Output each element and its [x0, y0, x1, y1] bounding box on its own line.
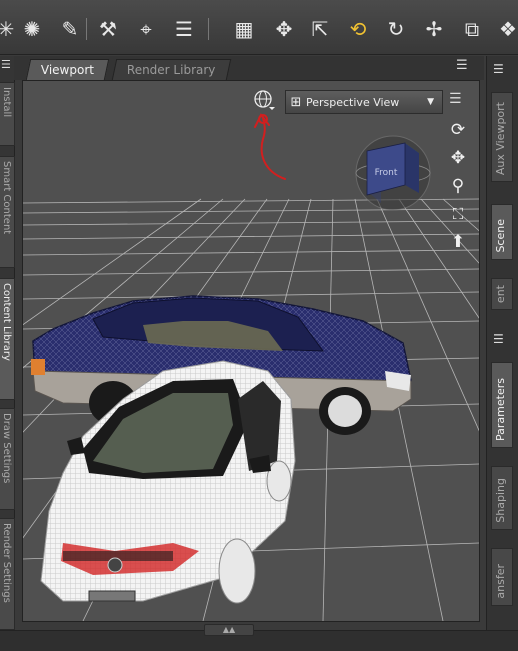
orbit-icon[interactable]: ⟳ — [443, 119, 473, 141]
view-cube-label: Front — [375, 168, 398, 178]
tab-shaping[interactable]: Shaping — [491, 466, 513, 530]
align-icon[interactable]: ⌖ — [132, 16, 160, 42]
tab-transfer[interactable]: ansfer — [491, 548, 513, 606]
geometry-editor-icon[interactable]: ✎ — [56, 16, 84, 42]
tab-content-library[interactable]: Content Library — [0, 278, 15, 400]
3d-viewport[interactable]: ⊞ Perspective View ▼ ☰ Front ⟳ ✥ ⚲ ⛶ ⬆ — [22, 80, 480, 622]
camera-select-value: Perspective View — [306, 95, 400, 109]
right-pane-tab-strip: ☰ Aux Viewport Scene ent ☰ Parameters Sh… — [486, 56, 518, 630]
transform-icon[interactable]: ⚒ — [94, 16, 122, 42]
left-pane-menu-icon[interactable]: ☰ — [1, 58, 11, 71]
universal-tool-icon[interactable]: ✥ — [270, 16, 298, 42]
tab-render-settings[interactable]: Render Settings — [0, 518, 15, 630]
camera-select[interactable]: ⊞ Perspective View ▼ — [285, 90, 443, 114]
left-pane-tab-strip: ☰ Install Smart Content Content Library … — [0, 56, 15, 630]
rotate-icon[interactable]: ↻ — [382, 16, 410, 42]
viewport-tab-bar: Viewport Render Library — [14, 56, 484, 80]
red-annotation-arrow — [254, 113, 286, 180]
tab-smart-content[interactable]: Smart Content — [0, 156, 15, 268]
zoom-icon[interactable]: ⚲ — [443, 175, 473, 197]
render-settings-icon[interactable]: ☰ — [170, 16, 198, 42]
view-options-globe-icon[interactable] — [253, 89, 275, 111]
translate-icon[interactable]: ✢ — [420, 16, 448, 42]
tab-viewport[interactable]: Viewport — [25, 59, 110, 80]
node-weight-icon[interactable]: ✺ — [18, 16, 46, 42]
tab-draw-settings[interactable]: Draw Settings — [0, 408, 15, 510]
tab-content[interactable]: ent — [491, 278, 513, 310]
chevron-down-icon: ▼ — [427, 97, 434, 107]
tab-aux-viewport[interactable]: Aux Viewport — [491, 92, 513, 182]
node-selection-icon[interactable]: ⇱ — [306, 16, 334, 42]
frame-icon[interactable]: ⛶ — [443, 203, 473, 225]
pane-resize-grip[interactable]: ▲▲ — [204, 624, 254, 636]
camera-view-icon: ⊞ — [290, 94, 302, 110]
tab-render-library[interactable]: Render Library — [111, 59, 231, 80]
bowl-icon[interactable]: ⬆ — [443, 231, 473, 253]
right-lower-pane-menu-icon[interactable]: ☰ — [493, 332, 504, 346]
surface-selection-icon[interactable]: ❖ — [494, 16, 518, 42]
viewport-options-menu-icon[interactable]: ☰ — [449, 91, 462, 107]
active-pose-icon[interactable]: ⟲ — [344, 16, 372, 42]
pan-icon[interactable]: ✥ — [443, 147, 473, 169]
right-pane-menu-icon[interactable]: ☰ — [493, 62, 504, 76]
tab-scene[interactable]: Scene — [491, 204, 513, 260]
main-toolbar: ✳ ✺ ✎ ⚒ ⌖ ☰ ▦ ✥ ⇱ ⟲ ↻ ✢ ⧉ ❖ — [0, 0, 518, 55]
joint-editor-icon[interactable]: ✳ — [0, 16, 20, 42]
checker-icon[interactable]: ▦ — [230, 16, 258, 42]
tab-install[interactable]: Install — [0, 82, 15, 146]
viewport-pane-menu-icon[interactable]: ☰ — [456, 58, 468, 73]
scale-icon[interactable]: ⧉ — [458, 16, 486, 42]
view-cube[interactable]: Front — [353, 133, 433, 213]
tab-parameters[interactable]: Parameters — [491, 362, 513, 448]
bottom-status-bar — [0, 630, 518, 651]
